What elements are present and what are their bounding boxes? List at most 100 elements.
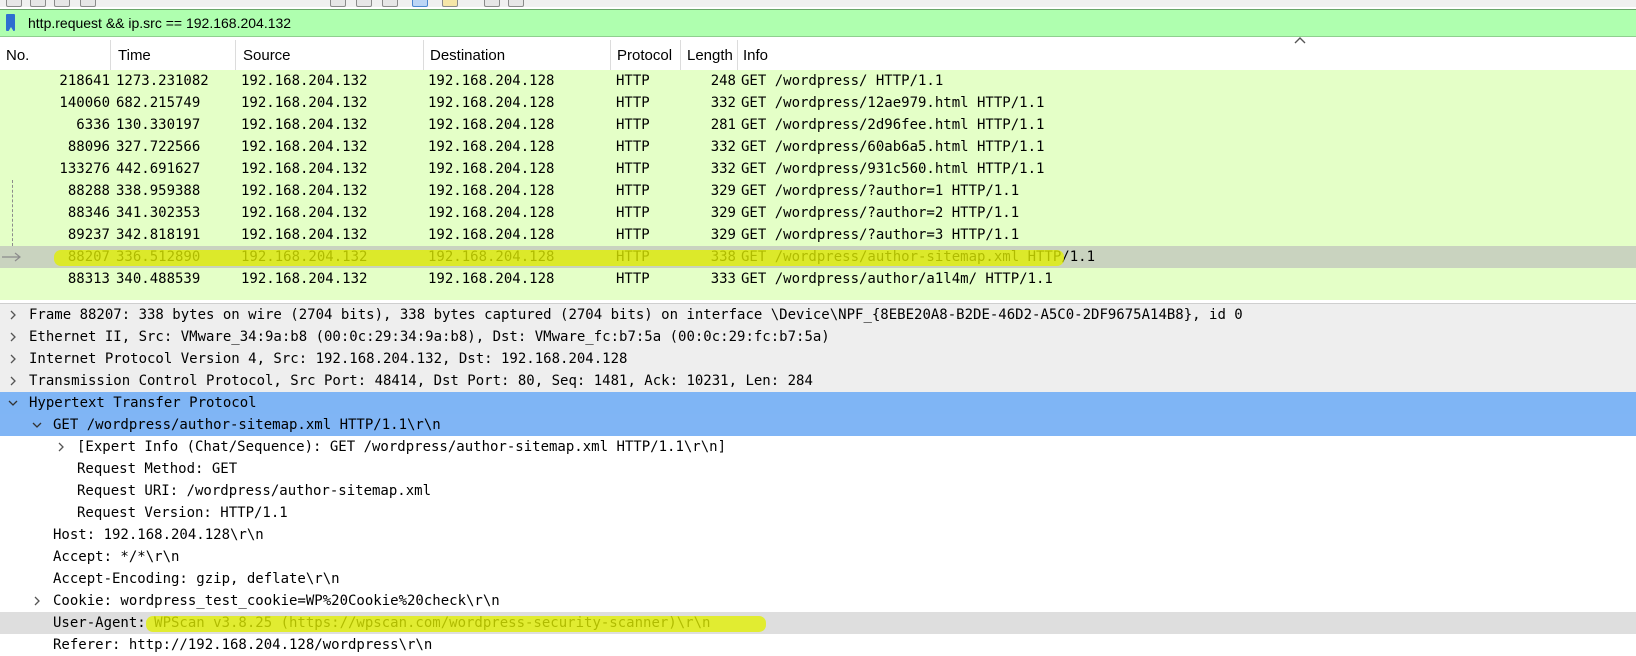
tree-item-referer[interactable]: Referer: http://192.168.204.128/wordpres… [0, 634, 1636, 656]
packet-source: 192.168.204.132 [241, 271, 368, 287]
tree-item-request-method[interactable]: Request Method: GET [0, 458, 1636, 480]
sort-ascending-icon [1294, 37, 1306, 44]
resize-columns-icon[interactable] [442, 0, 458, 7]
packet-number: 140060 [59, 95, 110, 111]
packet-source: 192.168.204.132 [241, 227, 368, 243]
packet-length: 332 [710, 139, 736, 155]
close-file-icon[interactable] [54, 0, 70, 7]
packet-protocol: HTTP [616, 227, 650, 243]
tree-item-frame[interactable]: Frame 88207: 338 bytes on wire (2704 bit… [0, 304, 1636, 326]
column-header-protocol[interactable]: Protocol [617, 47, 672, 64]
autoscroll-icon[interactable] [356, 0, 372, 7]
tree-item-label: Transmission Control Protocol, Src Port:… [29, 373, 813, 389]
chevron-right-icon[interactable] [33, 596, 41, 606]
packet-destination: 192.168.204.128 [428, 271, 555, 287]
column-header-destination[interactable]: Destination [430, 47, 505, 64]
packet-row[interactable]: 218641 1273.231082 192.168.204.132 192.1… [0, 70, 1636, 92]
tree-item-label: Cookie: wordpress_test_cookie=WP%20Cooki… [53, 593, 500, 609]
tree-item-cookie[interactable]: Cookie: wordpress_test_cookie=WP%20Cooki… [0, 590, 1636, 612]
column-header-time[interactable]: Time [118, 47, 151, 64]
tree-item-label: User-Agent: WPScan v3.8.25 (https://wpsc… [53, 615, 711, 631]
chevron-right-icon[interactable] [57, 442, 65, 452]
packet-list-header: No. Time Source Destination Protocol Len… [0, 37, 1636, 71]
packet-source: 192.168.204.132 [241, 73, 368, 89]
packet-row[interactable]: 6336 130.330197 192.168.204.132 192.168.… [0, 114, 1636, 136]
packet-info: GET /wordpress/?author=1 HTTP/1.1 [741, 183, 1020, 199]
chevron-right-icon[interactable] [9, 332, 17, 342]
zoom-in-icon[interactable] [382, 0, 398, 7]
column-divider[interactable] [610, 40, 611, 70]
tree-item-request-line[interactable]: GET /wordpress/author-sitemap.xml HTTP/1… [0, 414, 1636, 436]
packet-time: 342.818191 [116, 227, 201, 243]
column-header-info[interactable]: Info [743, 47, 768, 64]
packet-source: 192.168.204.132 [241, 205, 368, 221]
tree-item-ipv4[interactable]: Internet Protocol Version 4, Src: 192.16… [0, 348, 1636, 370]
packet-source: 192.168.204.132 [241, 183, 368, 199]
column-divider[interactable] [110, 40, 111, 70]
packet-row[interactable]: 88346 341.302353 192.168.204.132 192.168… [0, 202, 1636, 224]
colorize-icon[interactable] [330, 0, 346, 7]
packet-number: 88313 [67, 271, 110, 287]
chevron-down-icon[interactable] [32, 421, 42, 429]
tree-item-accept-encoding[interactable]: Accept-Encoding: gzip, deflate\r\n [0, 568, 1636, 590]
column-divider[interactable] [423, 40, 424, 70]
packet-protocol: HTTP [616, 249, 650, 265]
tree-item-tcp[interactable]: Transmission Control Protocol, Src Port:… [0, 370, 1636, 392]
tree-item-request-version[interactable]: Request Version: HTTP/1.1 [0, 502, 1636, 524]
tree-item-request-uri[interactable]: Request URI: /wordpress/author-sitemap.x… [0, 480, 1636, 502]
packet-time: 442.691627 [116, 161, 201, 177]
tree-item-host[interactable]: Host: 192.168.204.128\r\n [0, 524, 1636, 546]
open-file-icon[interactable] [6, 0, 22, 7]
chevron-down-icon[interactable] [8, 399, 18, 407]
tree-item-label: Hypertext Transfer Protocol [29, 395, 257, 411]
packet-row[interactable]: 140060 682.215749 192.168.204.132 192.16… [0, 92, 1636, 114]
filter-bookmark-icon[interactable] [6, 14, 15, 32]
packet-row[interactable]: 133276 442.691627 192.168.204.132 192.16… [0, 158, 1636, 180]
tree-item-ethernet[interactable]: Ethernet II, Src: VMware_34:9a:b8 (00:0c… [0, 326, 1636, 348]
packet-length: 332 [710, 161, 736, 177]
packet-row[interactable]: 88096 327.722566 192.168.204.132 192.168… [0, 136, 1636, 158]
chevron-right-icon[interactable] [9, 310, 17, 320]
packet-destination: 192.168.204.128 [428, 73, 555, 89]
packet-time: 340.488539 [116, 271, 201, 287]
tree-item-label: GET /wordpress/author-sitemap.xml HTTP/1… [53, 417, 441, 433]
packet-info: GET /wordpress/12ae979.html HTTP/1.1 [741, 95, 1045, 111]
column-header-source[interactable]: Source [243, 47, 291, 64]
packet-number: 88096 [67, 139, 110, 155]
packet-destination: 192.168.204.128 [428, 139, 555, 155]
packet-time: 327.722566 [116, 139, 201, 155]
tree-item-user-agent[interactable]: User-Agent: WPScan v3.8.25 (https://wpsc… [0, 612, 1636, 634]
packet-details-pane: Frame 88207: 338 bytes on wire (2704 bit… [0, 303, 1636, 656]
tree-item-label: Referer: http://192.168.204.128/wordpres… [53, 637, 433, 653]
packet-protocol: HTTP [616, 183, 650, 199]
tree-item-expert-info[interactable]: [Expert Info (Chat/Sequence): GET /wordp… [0, 436, 1636, 458]
packet-time: 336.512890 [116, 249, 201, 265]
zoom-out-icon[interactable] [412, 0, 428, 7]
packet-length: 338 [710, 249, 736, 265]
chevron-right-icon[interactable] [9, 376, 17, 386]
packet-number: 89237 [67, 227, 110, 243]
tree-item-label: Internet Protocol Version 4, Src: 192.16… [29, 351, 628, 367]
column-header-no[interactable]: No. [6, 47, 29, 64]
tree-item-accept[interactable]: Accept: */*\r\n [0, 546, 1636, 568]
column-header-length[interactable]: Length [687, 47, 733, 64]
packet-list: 218641 1273.231082 192.168.204.132 192.1… [0, 70, 1636, 300]
packet-protocol: HTTP [616, 205, 650, 221]
reload-icon[interactable] [80, 0, 96, 7]
column-divider[interactable] [680, 40, 681, 70]
tree-item-label: Accept-Encoding: gzip, deflate\r\n [53, 571, 340, 587]
packet-row[interactable]: 89237 342.818191 192.168.204.132 192.168… [0, 224, 1636, 246]
packet-row[interactable]: 88313 340.488539 192.168.204.132 192.168… [0, 268, 1636, 290]
chevron-right-icon[interactable] [9, 354, 17, 364]
column-divider[interactable] [737, 40, 738, 70]
tree-item-http[interactable]: Hypertext Transfer Protocol [0, 392, 1636, 414]
display-filter-input[interactable] [20, 10, 1620, 36]
column-divider[interactable] [235, 40, 236, 70]
packet-row[interactable]: 88288 338.959388 192.168.204.132 192.168… [0, 180, 1636, 202]
packet-length: 248 [710, 73, 736, 89]
tree-item-label: Request Method: GET [77, 461, 238, 477]
packet-row-selected[interactable]: 88207 336.512890 192.168.204.132 192.168… [0, 246, 1636, 268]
save-file-icon[interactable] [30, 0, 46, 7]
go-back-icon[interactable] [484, 0, 500, 7]
go-forward-icon[interactable] [508, 0, 524, 7]
